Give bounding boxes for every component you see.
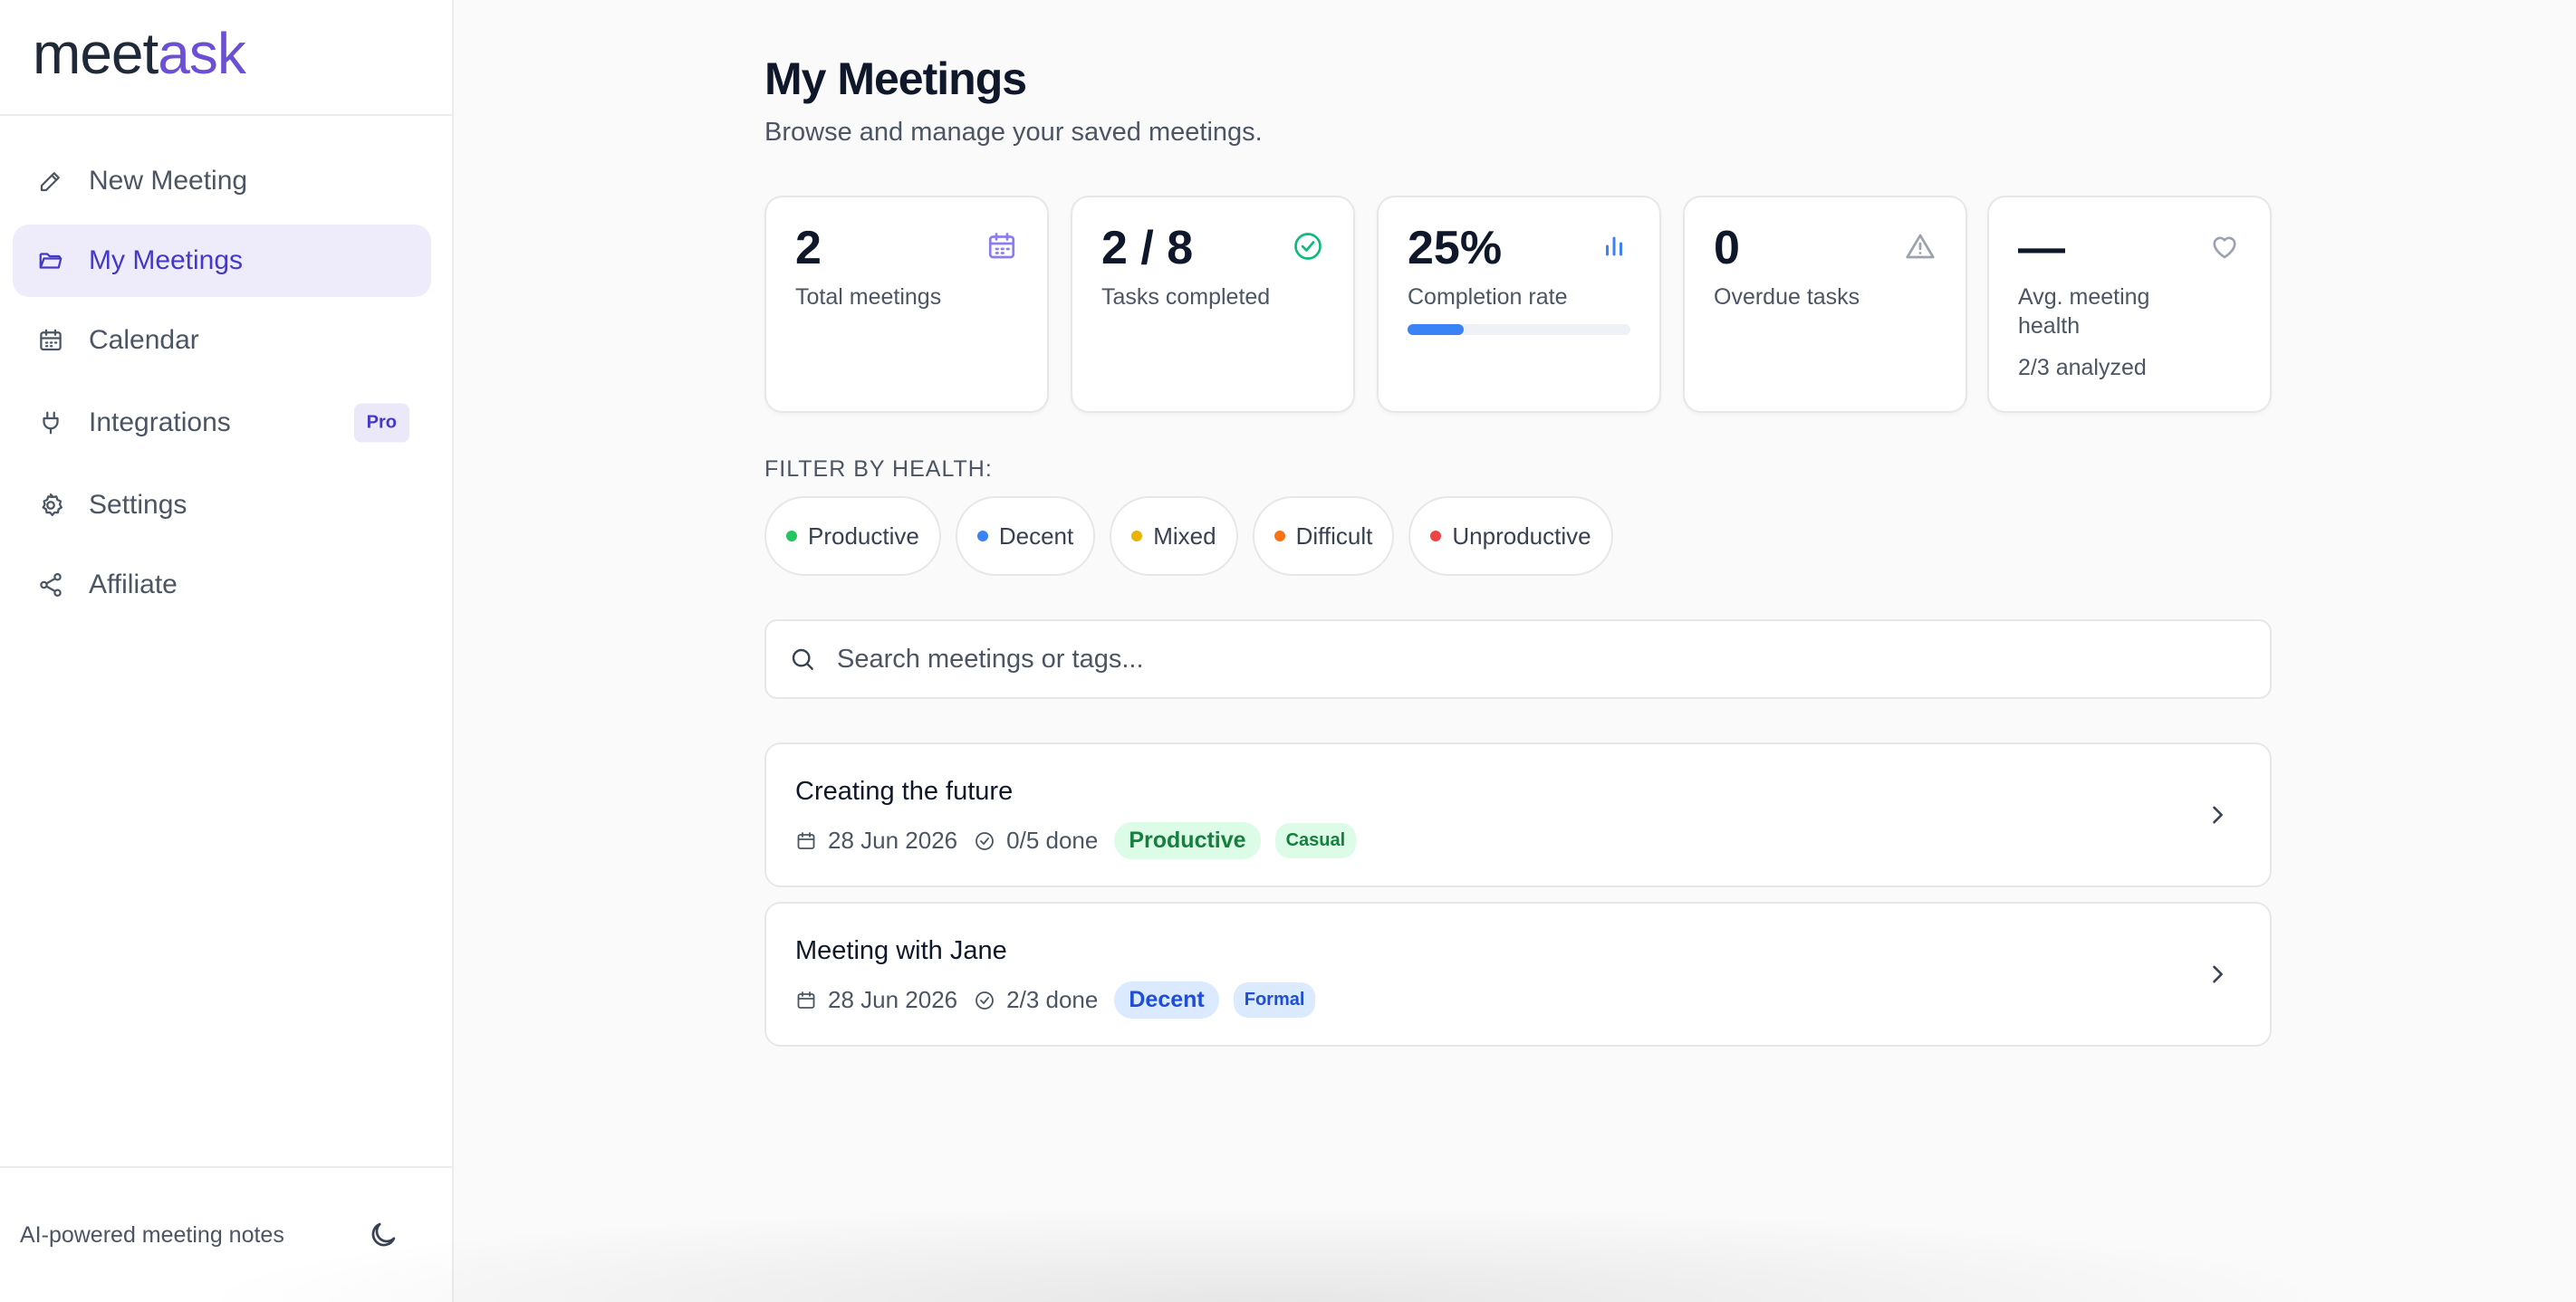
meeting-date: 28 Jun 2026	[828, 827, 958, 854]
plug-icon	[36, 408, 65, 437]
sidebar-item-settings[interactable]: Settings	[13, 469, 431, 541]
logo-prefix: meet	[33, 21, 159, 86]
sidebar-footer-divider	[0, 1166, 452, 1168]
sidebar-item-label: Integrations	[89, 407, 231, 437]
filter-chip-difficult[interactable]: Difficult	[1252, 496, 1395, 576]
meeting-meta: 28 Jun 2026 2/3 done Decent Formal	[795, 981, 1316, 1019]
sidebar-divider	[0, 114, 452, 116]
search-icon	[792, 648, 813, 670]
status-dot	[976, 531, 988, 541]
calendar-icon	[797, 831, 815, 849]
search-input[interactable]	[837, 644, 2196, 675]
sidebar-item-affiliate[interactable]: Affiliate	[13, 549, 431, 621]
sidebar-item-label: New Meeting	[89, 166, 248, 196]
chevron-right-icon	[2213, 806, 2223, 824]
calendar-icon	[797, 991, 815, 1009]
meeting-date: 28 Jun 2026	[828, 986, 958, 1013]
share-icon	[36, 570, 65, 599]
logo-accent: ask	[158, 21, 246, 86]
tone-badge: Casual	[1274, 823, 1357, 858]
stat-value: 25%	[1408, 222, 1503, 274]
meeting-title: Creating the future	[795, 777, 1014, 806]
meeting-card-creating-the-future[interactable]: Creating the future 28 Jun 2026 0/5 done…	[764, 742, 2272, 887]
sidebar-item-new-meeting[interactable]: New Meeting	[13, 145, 431, 217]
health-filter-chips: Productive Decent Mixed Difficult Unprod…	[764, 496, 1628, 576]
health-badge: Productive	[1114, 822, 1261, 859]
filter-chip-productive[interactable]: Productive	[764, 496, 941, 576]
status-dot	[1131, 531, 1143, 541]
check-circle-icon	[1294, 233, 1322, 260]
pencil-icon	[36, 167, 65, 196]
stat-value: 0	[1714, 222, 1740, 274]
stat-card-meeting-health: — Avg. meeting health 2/3 analyzed	[1987, 196, 2272, 413]
stat-value: 2 / 8	[1101, 222, 1194, 274]
chip-label: Unproductive	[1452, 522, 1591, 550]
bottom-shadow	[181, 1204, 2355, 1302]
page-subtitle: Browse and manage your saved meetings.	[764, 118, 1263, 147]
sidebar-item-label: My Meetings	[89, 245, 244, 275]
sidebar: meetask New Meeting My Meetings Calendar…	[0, 0, 454, 1302]
sidebar-item-label: Calendar	[89, 325, 199, 355]
stat-label: Completion rate	[1408, 284, 1568, 310]
page-title: My Meetings	[764, 53, 1027, 104]
filter-chip-decent[interactable]: Decent	[955, 496, 1096, 576]
sidebar-item-calendar[interactable]: Calendar	[13, 304, 431, 377]
stats-row: 2 Total meetings 2 / 8 Tasks completed 2…	[764, 196, 2272, 413]
sidebar-nav: New Meeting My Meetings Calendar Integra…	[13, 145, 431, 628]
chip-label: Difficult	[1295, 522, 1373, 550]
status-dot	[1274, 531, 1285, 541]
health-badge: Decent	[1114, 981, 1219, 1019]
sidebar-item-integrations[interactable]: Integrations Pro	[13, 384, 431, 462]
filter-label: FILTER BY HEALTH:	[764, 456, 993, 482]
meeting-card-meeting-with-jane[interactable]: Meeting with Jane 28 Jun 2026 2/3 done D…	[764, 902, 2272, 1047]
stat-label: Total meetings	[795, 284, 942, 310]
sidebar-item-label: Affiliate	[89, 570, 178, 599]
tone-badge: Formal	[1233, 982, 1316, 1018]
sidebar-tagline: AI-powered meeting notes	[20, 1222, 284, 1248]
meeting-meta: 28 Jun 2026 0/5 done Productive Casual	[795, 822, 1357, 859]
stat-value: —	[2018, 222, 2065, 274]
status-dot	[786, 531, 797, 541]
completion-progress-bar	[1408, 324, 1630, 335]
pro-badge: Pro	[353, 403, 409, 443]
app-logo[interactable]: meetask	[33, 20, 246, 87]
stat-sublabel: 2/3 analyzed	[2018, 355, 2147, 380]
meeting-title: Meeting with Jane	[795, 936, 1007, 965]
status-dot	[1430, 531, 1442, 541]
completion-progress-fill	[1408, 324, 1464, 335]
stat-card-overdue-tasks: 0 Overdue tasks	[1683, 196, 1967, 413]
stat-label: Overdue tasks	[1714, 284, 1860, 310]
chip-label: Decent	[998, 522, 1074, 550]
search-bar	[764, 619, 2272, 699]
chip-label: Productive	[808, 522, 919, 550]
stat-label: Avg. meeting health	[2018, 284, 2150, 339]
heart-icon	[2213, 236, 2236, 259]
filter-chip-unproductive[interactable]: Unproductive	[1408, 496, 1613, 576]
sidebar-item-label: Settings	[89, 490, 187, 520]
chevron-right-icon	[2213, 965, 2223, 983]
meeting-tasks-done: 0/5 done	[1006, 827, 1099, 854]
meeting-tasks-done: 2/3 done	[1006, 986, 1099, 1013]
filter-chip-mixed[interactable]: Mixed	[1110, 496, 1238, 576]
warning-icon	[1906, 234, 1935, 259]
stat-card-tasks-completed: 2 / 8 Tasks completed	[1071, 196, 1355, 413]
stat-value: 2	[795, 222, 822, 274]
chip-label: Mixed	[1153, 522, 1216, 550]
gear-icon	[36, 491, 65, 520]
moon-icon	[371, 1222, 396, 1247]
check-circle-icon	[976, 831, 995, 850]
stat-card-total-meetings: 2 Total meetings	[764, 196, 1049, 413]
stat-card-completion-rate: 25% Completion rate	[1377, 196, 1661, 413]
bar-chart-icon	[1606, 236, 1622, 256]
sidebar-item-my-meetings[interactable]: My Meetings	[13, 225, 431, 297]
folder-icon	[36, 246, 65, 275]
calendar-icon	[988, 233, 1015, 259]
calendar-icon	[36, 326, 65, 355]
check-circle-icon	[976, 991, 995, 1010]
theme-toggle-button[interactable]	[367, 1219, 399, 1251]
stat-label: Tasks completed	[1101, 284, 1271, 310]
